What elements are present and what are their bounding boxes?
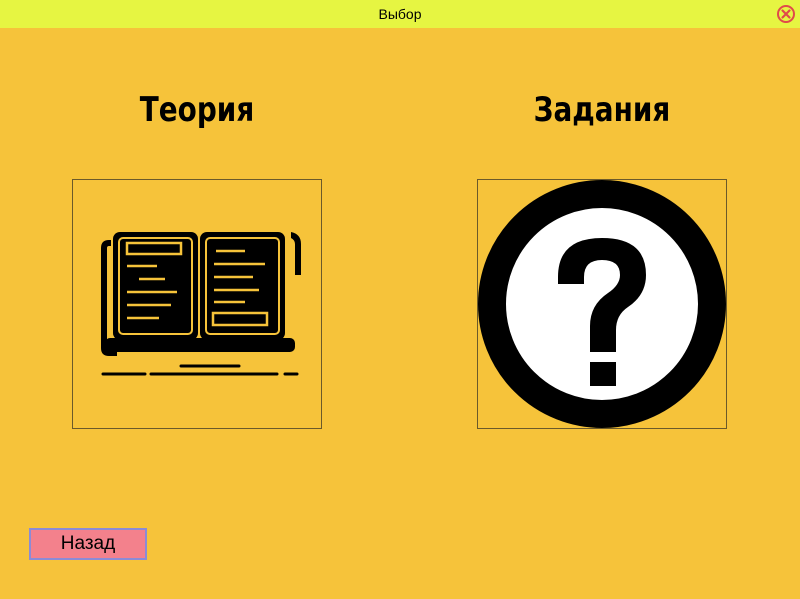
close-icon[interactable]	[776, 4, 796, 24]
tasks-heading: Задания	[533, 90, 671, 130]
open-book-icon	[101, 232, 301, 376]
theory-button[interactable]	[72, 179, 322, 429]
window-title: Выбор	[378, 6, 422, 22]
tasks-button[interactable]	[477, 179, 727, 429]
title-bar: Выбор	[0, 0, 800, 28]
back-button[interactable]: Назад	[29, 528, 147, 560]
theory-heading: Теория	[139, 90, 255, 130]
question-mark-icon	[478, 180, 726, 428]
